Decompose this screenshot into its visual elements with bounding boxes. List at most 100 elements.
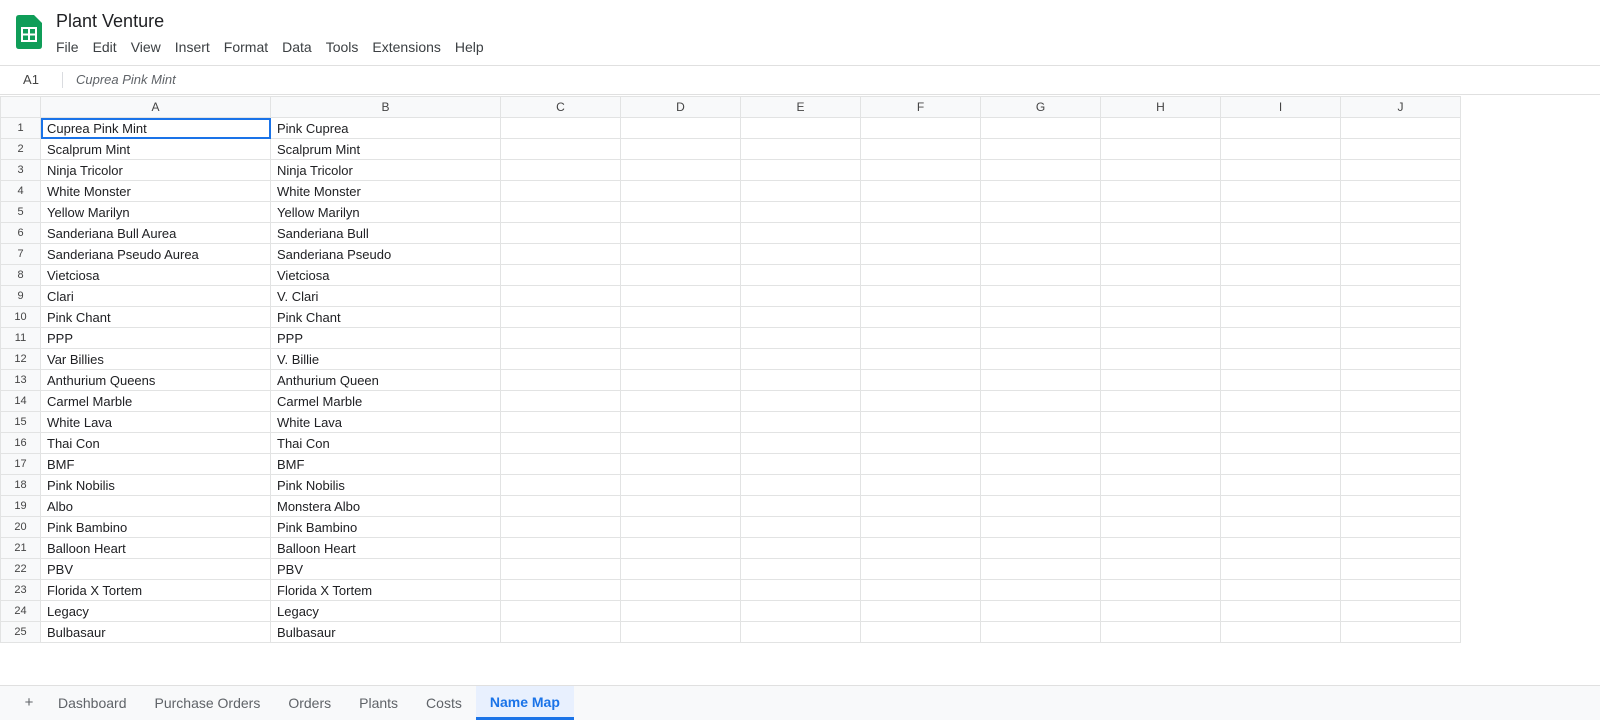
cell-a7[interactable]: Sanderiana Pseudo Aurea — [40, 243, 271, 265]
row-header[interactable]: 22 — [0, 558, 41, 580]
row-header[interactable]: 19 — [0, 495, 41, 517]
cell-i1[interactable] — [1220, 117, 1341, 139]
cell-e17[interactable] — [740, 453, 861, 475]
cell-g11[interactable] — [980, 327, 1101, 349]
cell-c6[interactable] — [500, 222, 621, 244]
cell-c18[interactable] — [500, 474, 621, 496]
cell-j6[interactable] — [1340, 222, 1461, 244]
cell-h8[interactable] — [1100, 264, 1221, 286]
cell-i2[interactable] — [1220, 138, 1341, 160]
cell-b16[interactable]: Thai Con — [270, 432, 501, 454]
cell-d9[interactable] — [620, 285, 741, 307]
cell-j14[interactable] — [1340, 390, 1461, 412]
cell-e21[interactable] — [740, 537, 861, 559]
cell-a12[interactable]: Var Billies — [40, 348, 271, 370]
cell-i11[interactable] — [1220, 327, 1341, 349]
row-header[interactable]: 20 — [0, 516, 41, 538]
cell-f2[interactable] — [860, 138, 981, 160]
cell-j18[interactable] — [1340, 474, 1461, 496]
menu-insert[interactable]: Insert — [168, 37, 217, 57]
menu-edit[interactable]: Edit — [86, 37, 124, 57]
cell-b21[interactable]: Balloon Heart — [270, 537, 501, 559]
cell-b10[interactable]: Pink Chant — [270, 306, 501, 328]
column-header-b[interactable]: B — [270, 96, 501, 118]
row-header[interactable]: 10 — [0, 306, 41, 328]
row-header[interactable]: 15 — [0, 411, 41, 433]
cell-g9[interactable] — [980, 285, 1101, 307]
cell-d12[interactable] — [620, 348, 741, 370]
row-header[interactable]: 24 — [0, 600, 41, 622]
cell-h14[interactable] — [1100, 390, 1221, 412]
cell-g15[interactable] — [980, 411, 1101, 433]
cell-g6[interactable] — [980, 222, 1101, 244]
cell-c23[interactable] — [500, 579, 621, 601]
cell-j22[interactable] — [1340, 558, 1461, 580]
cell-c7[interactable] — [500, 243, 621, 265]
cell-h9[interactable] — [1100, 285, 1221, 307]
cell-g4[interactable] — [980, 180, 1101, 202]
menu-tools[interactable]: Tools — [319, 37, 366, 57]
row-header[interactable]: 5 — [0, 201, 41, 223]
cell-d1[interactable] — [620, 117, 741, 139]
cell-d4[interactable] — [620, 180, 741, 202]
cell-d5[interactable] — [620, 201, 741, 223]
cell-a3[interactable]: Ninja Tricolor — [40, 159, 271, 181]
cell-e15[interactable] — [740, 411, 861, 433]
cell-g16[interactable] — [980, 432, 1101, 454]
cell-a8[interactable]: Vietciosa — [40, 264, 271, 286]
cell-b13[interactable]: Anthurium Queen — [270, 369, 501, 391]
cell-i14[interactable] — [1220, 390, 1341, 412]
cell-i5[interactable] — [1220, 201, 1341, 223]
cell-f19[interactable] — [860, 495, 981, 517]
cell-a20[interactable]: Pink Bambino — [40, 516, 271, 538]
cell-j7[interactable] — [1340, 243, 1461, 265]
cell-a10[interactable]: Pink Chant — [40, 306, 271, 328]
cell-d14[interactable] — [620, 390, 741, 412]
cell-f22[interactable] — [860, 558, 981, 580]
cell-e1[interactable] — [740, 117, 861, 139]
cell-e6[interactable] — [740, 222, 861, 244]
cell-b18[interactable]: Pink Nobilis — [270, 474, 501, 496]
cell-h11[interactable] — [1100, 327, 1221, 349]
sheets-logo-icon[interactable] — [16, 15, 42, 49]
tab-plants[interactable]: Plants — [345, 686, 412, 720]
cell-h19[interactable] — [1100, 495, 1221, 517]
cell-a25[interactable]: Bulbasaur — [40, 621, 271, 643]
cell-i6[interactable] — [1220, 222, 1341, 244]
cell-c10[interactable] — [500, 306, 621, 328]
cell-e20[interactable] — [740, 516, 861, 538]
cell-b3[interactable]: Ninja Tricolor — [270, 159, 501, 181]
cell-c11[interactable] — [500, 327, 621, 349]
cell-i17[interactable] — [1220, 453, 1341, 475]
cell-c5[interactable] — [500, 201, 621, 223]
column-header-c[interactable]: C — [500, 96, 621, 118]
cell-g8[interactable] — [980, 264, 1101, 286]
cell-b20[interactable]: Pink Bambino — [270, 516, 501, 538]
cell-e13[interactable] — [740, 369, 861, 391]
cell-d17[interactable] — [620, 453, 741, 475]
cell-a11[interactable]: PPP — [40, 327, 271, 349]
cell-g12[interactable] — [980, 348, 1101, 370]
menu-file[interactable]: File — [49, 37, 86, 57]
cell-e14[interactable] — [740, 390, 861, 412]
add-sheet-button[interactable]: + — [18, 686, 40, 720]
cell-a24[interactable]: Legacy — [40, 600, 271, 622]
cell-a4[interactable]: White Monster — [40, 180, 271, 202]
cell-h5[interactable] — [1100, 201, 1221, 223]
cell-e23[interactable] — [740, 579, 861, 601]
cell-e12[interactable] — [740, 348, 861, 370]
cell-e9[interactable] — [740, 285, 861, 307]
cell-g22[interactable] — [980, 558, 1101, 580]
cell-b8[interactable]: Vietciosa — [270, 264, 501, 286]
cell-h20[interactable] — [1100, 516, 1221, 538]
cell-f11[interactable] — [860, 327, 981, 349]
cell-a16[interactable]: Thai Con — [40, 432, 271, 454]
tab-orders[interactable]: Orders — [274, 686, 345, 720]
cell-c13[interactable] — [500, 369, 621, 391]
select-all-corner[interactable] — [0, 96, 41, 118]
cell-d22[interactable] — [620, 558, 741, 580]
row-header[interactable]: 16 — [0, 432, 41, 454]
cell-d20[interactable] — [620, 516, 741, 538]
cell-c4[interactable] — [500, 180, 621, 202]
cell-c3[interactable] — [500, 159, 621, 181]
